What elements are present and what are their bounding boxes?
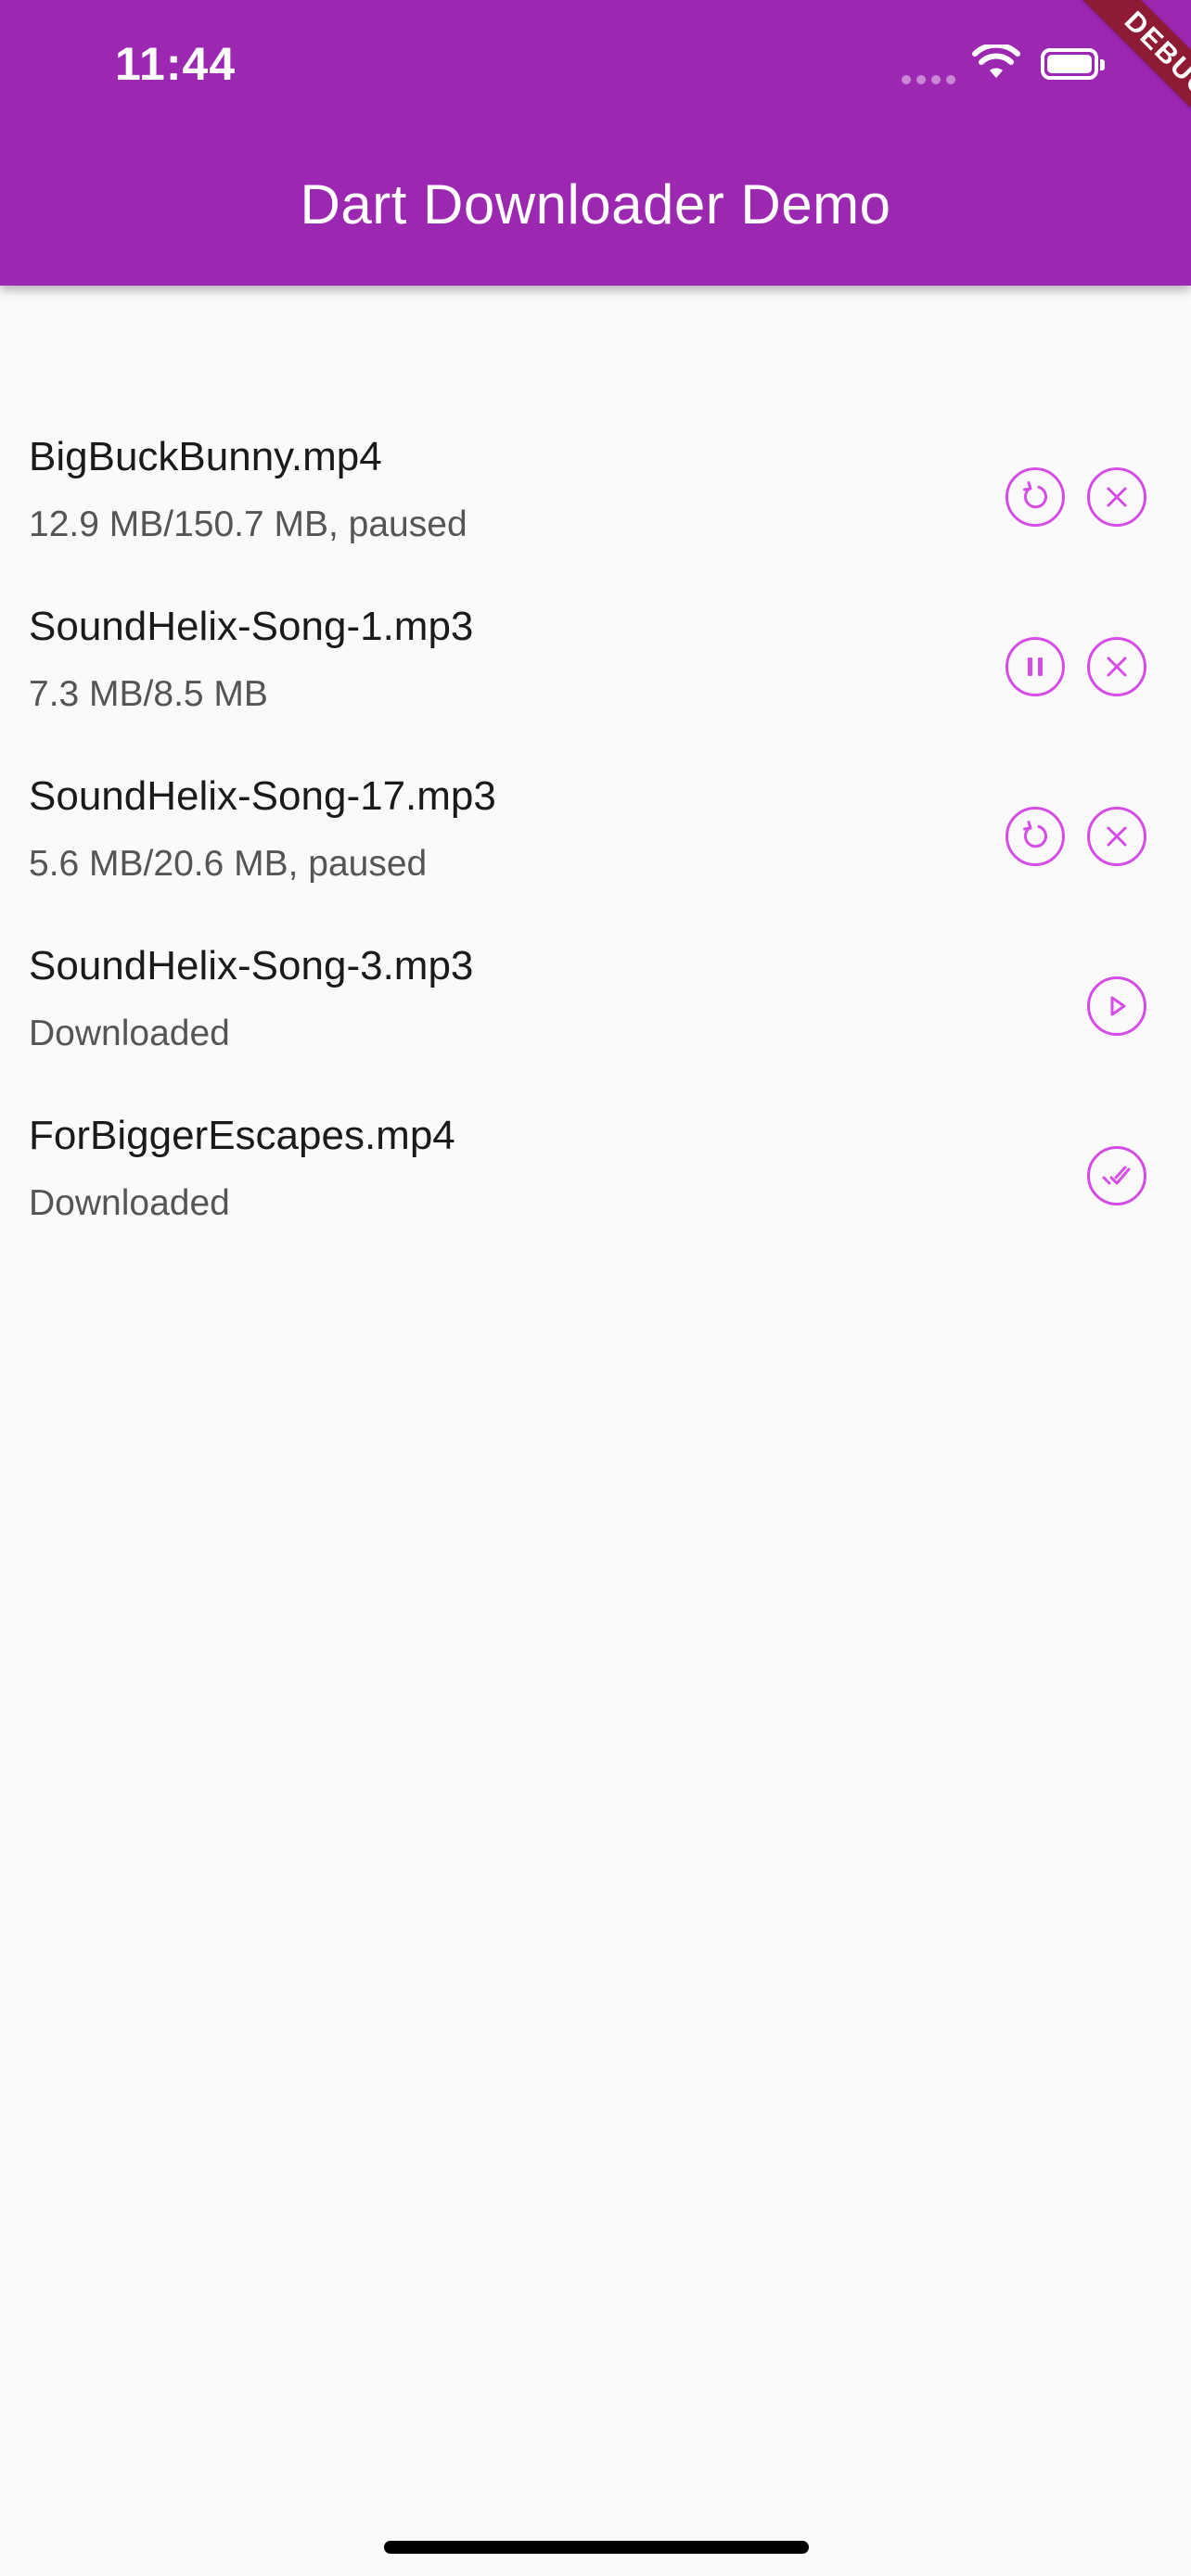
- battery-icon: [1041, 48, 1105, 80]
- download-filename: SoundHelix-Song-3.mp3: [29, 943, 474, 988]
- download-actions: [1005, 467, 1146, 527]
- download-filename: SoundHelix-Song-17.mp3: [29, 773, 496, 819]
- resume-icon[interactable]: [1005, 467, 1065, 527]
- cellular-signal-icon: [902, 75, 955, 84]
- download-item: SoundHelix-Song-17.mp3 5.6 MB/20.6 MB, p…: [0, 729, 1191, 899]
- download-list: BigBuckBunny.mp4 12.9 MB/150.7 MB, pause…: [0, 389, 1191, 1238]
- download-item: SoundHelix-Song-1.mp3 7.3 MB/8.5 MB: [0, 559, 1191, 729]
- page-title: Dart Downloader Demo: [300, 173, 891, 236]
- download-item: SoundHelix-Song-3.mp3 Downloaded: [0, 899, 1191, 1068]
- download-actions: [1005, 807, 1146, 866]
- download-actions: [1087, 1146, 1146, 1205]
- wifi-icon: [972, 45, 1020, 78]
- download-status: Downloaded: [29, 1183, 230, 1223]
- pause-icon[interactable]: [1005, 637, 1065, 696]
- resume-icon[interactable]: [1005, 807, 1065, 866]
- download-item: BigBuckBunny.mp4 12.9 MB/150.7 MB, pause…: [0, 389, 1191, 559]
- play-icon[interactable]: [1087, 976, 1146, 1036]
- download-actions: [1087, 976, 1146, 1036]
- home-indicator[interactable]: [384, 2541, 809, 2554]
- download-status: 12.9 MB/150.7 MB, paused: [29, 504, 467, 544]
- status-time: 11:44: [115, 38, 237, 90]
- download-filename: ForBiggerEscapes.mp4: [29, 1113, 455, 1158]
- download-status: Downloaded: [29, 1014, 230, 1053]
- cancel-icon[interactable]: [1087, 467, 1146, 527]
- cancel-icon[interactable]: [1087, 807, 1146, 866]
- done-all-icon[interactable]: [1087, 1146, 1146, 1205]
- app-bar: 11:44 Dart Downloader Demo DEBUG: [0, 0, 1191, 286]
- download-status: 7.3 MB/8.5 MB: [29, 674, 268, 714]
- download-item: ForBiggerEscapes.mp4 Downloaded: [0, 1068, 1191, 1238]
- download-filename: BigBuckBunny.mp4: [29, 434, 382, 479]
- download-actions: [1005, 637, 1146, 696]
- download-filename: SoundHelix-Song-1.mp3: [29, 604, 474, 649]
- download-status: 5.6 MB/20.6 MB, paused: [29, 844, 428, 884]
- cancel-icon[interactable]: [1087, 637, 1146, 696]
